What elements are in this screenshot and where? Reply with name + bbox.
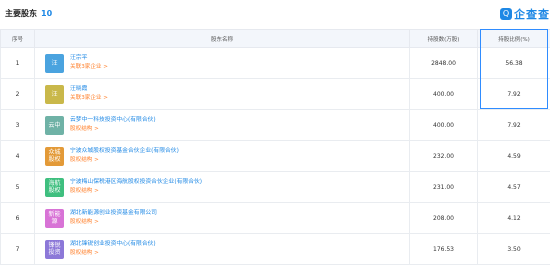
table-row: 6 新能 源湖北新能源创业投资基金有限公司 股权结构 >208.00 4.12 bbox=[0, 202, 550, 234]
column-header-holder: 股东名称 bbox=[34, 29, 410, 48]
qichacha-logo: Q 企查查 bbox=[500, 6, 550, 22]
column-header-ratio: 持股比例(%) bbox=[477, 29, 550, 48]
holder: 云中 云梦中一科技投资中心(有限合伙) 股权结构 > bbox=[35, 115, 409, 135]
table-header-row: 序号 股东名称 持股数(万股) 持股比例(%) bbox=[0, 29, 550, 48]
table-row: 2 汪汪晓霞 关联3家企业 >400.00 7.92 bbox=[0, 78, 550, 110]
ratio-value: 3.50 bbox=[477, 233, 550, 265]
holder-cell: 汪汪晓霞 关联3家企业 > bbox=[34, 78, 410, 110]
row-index: 4 bbox=[0, 140, 35, 172]
holder-avatar[interactable]: 汪 bbox=[45, 84, 64, 104]
holder-name-link[interactable]: 云梦中一科技投资中心(有限合伙) bbox=[70, 116, 156, 125]
holder-name-link[interactable]: 湖北锋锐创业投资中心(有限合伙) bbox=[70, 240, 156, 249]
table-row: 5 海航 股权 宁波梅山保税港区海航股权投资合伙企业(有限合伙) 股权结构 >231.… bbox=[0, 171, 550, 203]
table-body: 1 汪汪宗平 关联3家企业 >2848.00 56.38 2 汪汪晓霞 关联3家企业 >40… bbox=[0, 47, 550, 265]
shares-value: 2848.00 bbox=[409, 47, 478, 79]
holder-text: 云梦中一科技投资中心(有限合伙) 股权结构 > bbox=[70, 116, 156, 134]
table-row: 4 众城 股权 宁波众城股权投资基金合伙企业(有限合伙) 股权结构 >232.00 4.… bbox=[0, 140, 550, 172]
row-index: 6 bbox=[0, 202, 35, 234]
shares-value: 208.00 bbox=[409, 202, 478, 234]
ratio-value: 4.59 bbox=[477, 140, 550, 172]
holder-cell: 新能 源湖北新能源创业投资基金有限公司 股权结构 > bbox=[34, 202, 410, 234]
brand-text: 企查查 bbox=[514, 8, 550, 21]
holder: 锋锐 投资 湖北锋锐创业投资中心(有限合伙) 股权结构 > bbox=[35, 239, 409, 259]
section-title: 主要股东 10 bbox=[5, 8, 52, 19]
holder-sub-link[interactable]: 股权结构 > bbox=[70, 187, 202, 196]
holder-avatar[interactable]: 新能 源 bbox=[45, 208, 64, 228]
row-index: 2 bbox=[0, 78, 35, 110]
page: 主要股东 10 Q 企查查 序号 股东名称 持股数(万股) 持股比例(%) 1汪汪… bbox=[0, 0, 550, 267]
table-row: 3 云中 云梦中一科技投资中心(有限合伙) 股权结构 >400.00 7.92 bbox=[0, 109, 550, 141]
holder-text: 宁波梅山保税港区海航股权投资合伙企业(有限合伙) 股权结构 > bbox=[70, 178, 202, 196]
column-header-shares: 持股数(万股) bbox=[409, 29, 478, 48]
holder: 众城 股权 宁波众城股权投资基金合伙企业(有限合伙) 股权结构 > bbox=[35, 146, 409, 166]
holder-name-link[interactable]: 宁波梅山保税港区海航股权投资合伙企业(有限合伙) bbox=[70, 178, 202, 187]
holder-sub-link[interactable]: 关联3家企业 > bbox=[70, 94, 108, 103]
logo-icon: Q bbox=[500, 8, 512, 20]
shares-value: 231.00 bbox=[409, 171, 478, 203]
holder-sub-link[interactable]: 股权结构 > bbox=[70, 218, 157, 227]
holder-cell: 锋锐 投资 湖北锋锐创业投资中心(有限合伙) 股权结构 > bbox=[34, 233, 410, 265]
holder-cell: 云中 云梦中一科技投资中心(有限合伙) 股权结构 > bbox=[34, 109, 410, 141]
holder-name-link[interactable]: 湖北新能源创业投资基金有限公司 bbox=[70, 209, 157, 218]
holder-sub-link[interactable]: 股权结构 > bbox=[70, 156, 179, 165]
table-row: 7 锋锐 投资 湖北锋锐创业投资中心(有限合伙) 股权结构 >176.53 3.50 bbox=[0, 233, 550, 265]
holder-avatar[interactable]: 众城 股权 bbox=[45, 146, 64, 166]
holder-avatar[interactable]: 海航 股权 bbox=[45, 177, 64, 197]
holder-text: 湖北新能源创业投资基金有限公司 股权结构 > bbox=[70, 209, 157, 227]
holder-cell: 海航 股权 宁波梅山保税港区海航股权投资合伙企业(有限合伙) 股权结构 > bbox=[34, 171, 410, 203]
holder-text: 宁波众城股权投资基金合伙企业(有限合伙) 股权结构 > bbox=[70, 147, 179, 165]
holder: 海航 股权 宁波梅山保税港区海航股权投资合伙企业(有限合伙) 股权结构 > bbox=[35, 177, 409, 197]
row-index: 1 bbox=[0, 47, 35, 79]
row-index: 7 bbox=[0, 233, 35, 265]
holder-name-link[interactable]: 汪晓霞 bbox=[70, 85, 108, 94]
holder-name-link[interactable]: 汪宗平 bbox=[70, 54, 108, 63]
holder-text: 汪宗平 关联3家企业 > bbox=[70, 54, 108, 72]
shareholder-table: 序号 股东名称 持股数(万股) 持股比例(%) 1 汪汪宗平 关联3家企业 >284… bbox=[0, 29, 550, 265]
holder-sub-link[interactable]: 关联3家企业 > bbox=[70, 63, 108, 72]
holder-avatar[interactable]: 锋锐 投资 bbox=[45, 239, 64, 259]
section-title-text: 主要股东 bbox=[5, 9, 37, 18]
holder-sub-link[interactable]: 股权结构 > bbox=[70, 125, 156, 134]
row-index: 3 bbox=[0, 109, 35, 141]
ratio-value: 56.38 bbox=[477, 47, 550, 79]
shares-value: 232.00 bbox=[409, 140, 478, 172]
ratio-value: 7.92 bbox=[477, 78, 550, 110]
holder-avatar[interactable]: 云中 bbox=[45, 115, 64, 135]
holder: 新能 源湖北新能源创业投资基金有限公司 股权结构 > bbox=[35, 208, 409, 228]
ratio-value: 4.57 bbox=[477, 171, 550, 203]
holder-name-link[interactable]: 宁波众城股权投资基金合伙企业(有限合伙) bbox=[70, 147, 179, 156]
shares-value: 400.00 bbox=[409, 78, 478, 110]
row-index: 5 bbox=[0, 171, 35, 203]
ratio-value: 7.92 bbox=[477, 109, 550, 141]
shares-value: 400.00 bbox=[409, 109, 478, 141]
holder-avatar[interactable]: 汪 bbox=[45, 53, 64, 73]
holder-text: 湖北锋锐创业投资中心(有限合伙) 股权结构 > bbox=[70, 240, 156, 258]
column-header-index: 序号 bbox=[0, 29, 35, 48]
holder-text: 汪晓霞 关联3家企业 > bbox=[70, 85, 108, 103]
shares-value: 176.53 bbox=[409, 233, 478, 265]
holder: 汪汪晓霞 关联3家企业 > bbox=[35, 84, 409, 104]
table-row: 1 汪汪宗平 关联3家企业 >2848.00 56.38 bbox=[0, 47, 550, 79]
shareholder-count: 10 bbox=[41, 9, 53, 18]
holder-cell: 汪汪宗平 关联3家企业 > bbox=[34, 47, 410, 79]
holder-cell: 众城 股权 宁波众城股权投资基金合伙企业(有限合伙) 股权结构 > bbox=[34, 140, 410, 172]
holder-sub-link[interactable]: 股权结构 > bbox=[70, 249, 156, 258]
ratio-value: 4.12 bbox=[477, 202, 550, 234]
section-header: 主要股东 10 Q 企查查 bbox=[0, 0, 550, 28]
holder: 汪汪宗平 关联3家企业 > bbox=[35, 53, 409, 73]
